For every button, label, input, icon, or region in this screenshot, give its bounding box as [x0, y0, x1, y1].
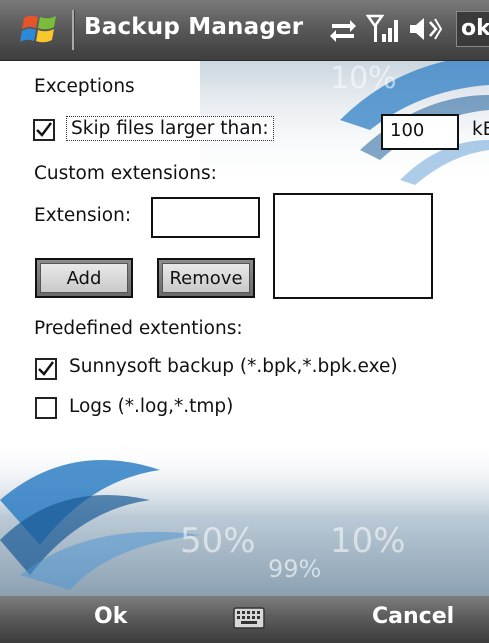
- title-bar: Backup Manager ok: [0, 0, 489, 61]
- remove-button-label: Remove: [162, 263, 250, 293]
- logs-label[interactable]: Logs (*.log,*.tmp): [69, 396, 233, 417]
- checkmark-icon: [36, 122, 52, 137]
- signal-icon[interactable]: [366, 14, 400, 44]
- extension-label: Extension:: [34, 205, 132, 226]
- volume-icon[interactable]: [408, 14, 442, 44]
- add-button[interactable]: Add: [35, 258, 133, 298]
- skip-files-checkbox[interactable]: [33, 119, 55, 141]
- add-button-label: Add: [40, 263, 128, 293]
- background-percent-c: 99%: [268, 555, 321, 583]
- size-limit-input[interactable]: 100: [381, 114, 459, 150]
- softkey-bar: Ok Cancel: [0, 595, 489, 643]
- ok-title-button[interactable]: ok: [456, 11, 489, 47]
- custom-extensions-heading: Custom extensions:: [34, 163, 217, 184]
- logs-checkbox[interactable]: [35, 397, 57, 419]
- app-title: Backup Manager: [84, 14, 304, 40]
- keyboard-icon[interactable]: [233, 607, 265, 629]
- remove-button[interactable]: Remove: [157, 258, 255, 298]
- connectivity-icon[interactable]: [328, 14, 358, 44]
- checkmark-icon: [38, 361, 54, 376]
- windows-start-icon[interactable]: [20, 10, 60, 50]
- predefined-heading: Predefined extentions:: [34, 318, 243, 339]
- skip-files-label[interactable]: Skip files larger than:: [66, 116, 274, 141]
- title-separator: [72, 10, 75, 50]
- cancel-softkey[interactable]: Cancel: [372, 604, 454, 629]
- extensions-list[interactable]: [273, 193, 433, 299]
- ok-softkey[interactable]: Ok: [94, 604, 127, 629]
- exceptions-heading: Exceptions: [34, 76, 135, 97]
- sunnysoft-backup-checkbox[interactable]: [35, 358, 57, 380]
- background-percent-b: 10%: [330, 521, 406, 561]
- size-unit-label: kB: [472, 119, 489, 140]
- extension-input[interactable]: [151, 197, 260, 238]
- background-percent-a: 50%: [180, 521, 256, 561]
- sunnysoft-backup-label[interactable]: Sunnysoft backup (*.bpk,*.bpk.exe): [69, 356, 398, 377]
- background-percent-top: 10%: [330, 61, 397, 96]
